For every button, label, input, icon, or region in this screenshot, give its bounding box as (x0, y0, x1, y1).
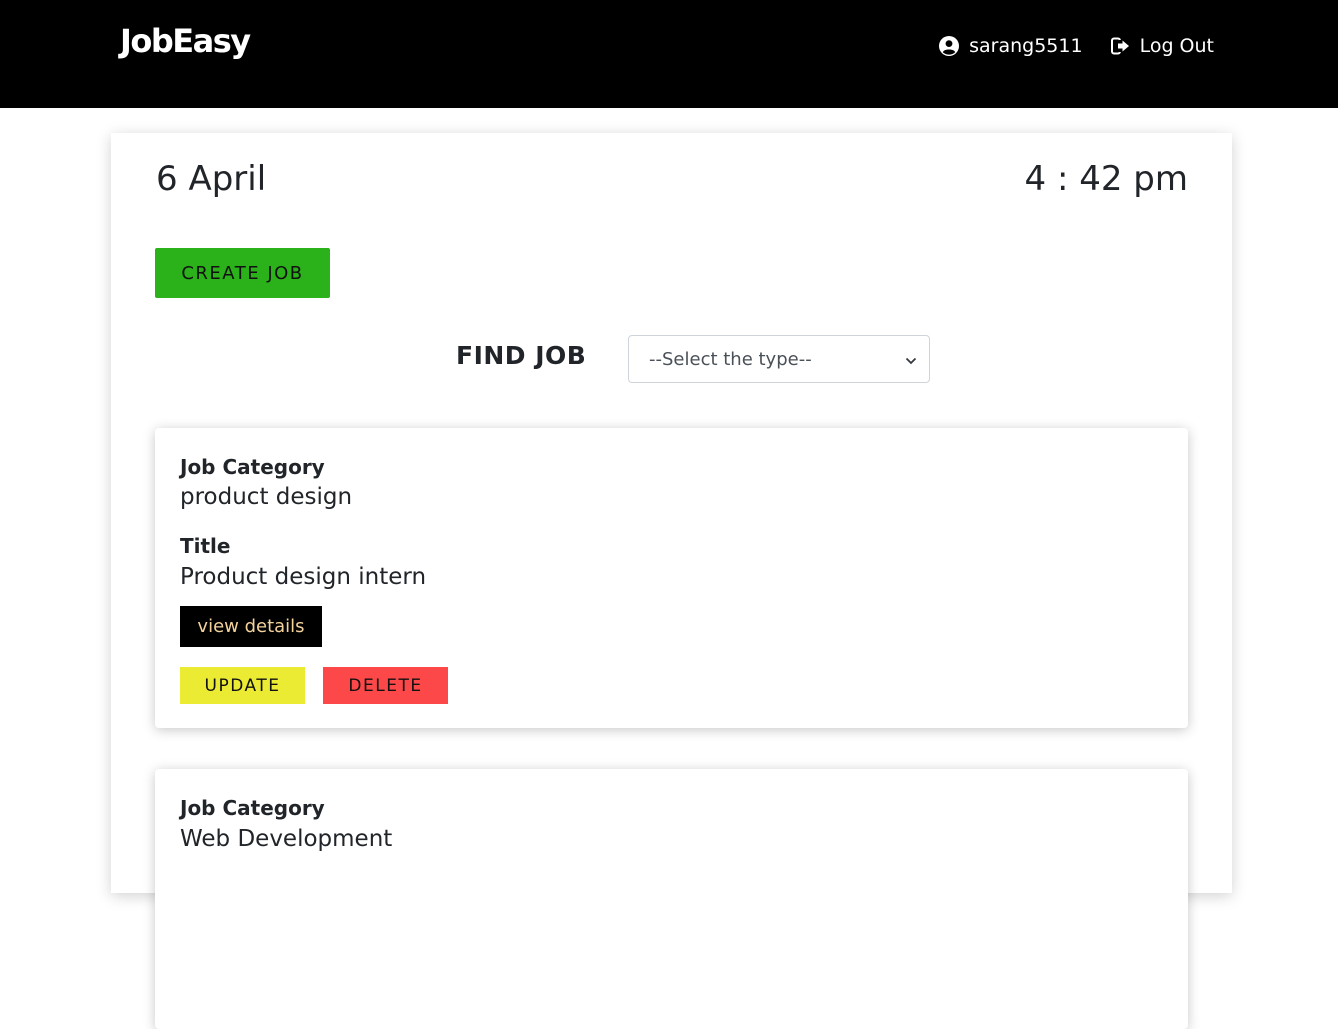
job-category-label: Job Category (180, 455, 325, 479)
chevron-down-icon (905, 349, 917, 370)
job-type-select[interactable]: --Select the type-- (628, 335, 930, 383)
brand-logo[interactable]: JobEasy (120, 19, 251, 63)
current-time: 4 : 42 pm (1024, 159, 1188, 199)
user-profile-link[interactable]: sarang5511 (939, 35, 1083, 57)
logout-label: Log Out (1139, 35, 1214, 57)
current-date: 6 April (156, 159, 267, 199)
logout-link[interactable]: Log Out (1110, 35, 1214, 57)
job-title-label: Title (180, 534, 231, 558)
username-label: sarang5511 (969, 35, 1083, 57)
main-panel: 6 April 4 : 42 pm CREATE JOB FIND JOB --… (111, 133, 1232, 1029)
user-circle-icon (939, 36, 960, 56)
find-job-label: FIND JOB (456, 341, 587, 370)
sign-out-icon (1110, 37, 1130, 55)
job-category-value: Web Development (180, 826, 393, 852)
navbar: JobEasy sarang5511 Log Out (0, 0, 1338, 108)
job-category-value: product design (180, 484, 353, 510)
job-type-select-value: --Select the type-- (649, 348, 812, 370)
job-card: Job Category product design Title Produc… (155, 428, 1188, 728)
delete-button[interactable]: DELETE (323, 667, 448, 704)
create-job-button[interactable]: CREATE JOB (155, 248, 330, 298)
job-category-label: Job Category (180, 796, 325, 820)
update-button[interactable]: UPDATE (180, 667, 305, 704)
job-title-value: Product design intern (180, 564, 427, 590)
job-card: Job Category Web Development (155, 769, 1188, 1029)
nav-right: sarang5511 Log Out (939, 32, 1214, 60)
view-details-button[interactable]: view details (180, 606, 322, 647)
